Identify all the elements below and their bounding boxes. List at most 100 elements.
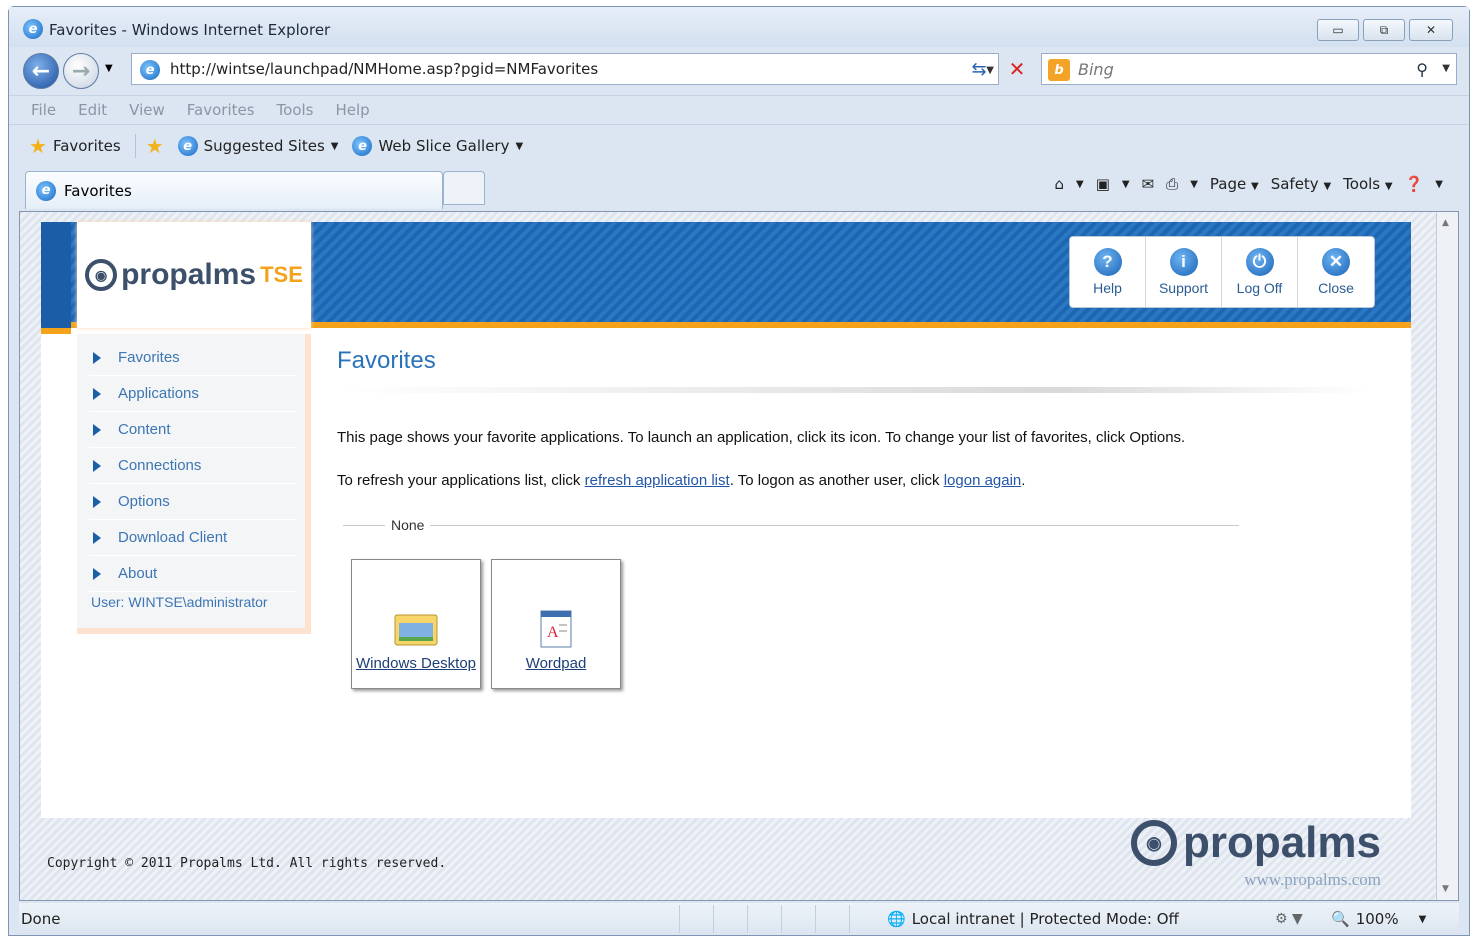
- sidebar-item-connections[interactable]: Connections: [89, 448, 297, 484]
- footer-logo-text: propalms: [1182, 818, 1381, 867]
- close-window-button[interactable]: ✕: [1409, 19, 1453, 41]
- suggested-sites-button[interactable]: e Suggested Sites ▼: [177, 136, 339, 156]
- search-input[interactable]: b Bing ⚲ ▼: [1041, 53, 1457, 85]
- scroll-up-icon[interactable]: ▲: [1442, 218, 1449, 228]
- mail-icon[interactable]: ✉: [1142, 175, 1155, 193]
- ie-logo-icon: e: [23, 19, 43, 39]
- menu-bar: File Edit View Favorites Tools Help: [9, 95, 1469, 125]
- help-dropdown[interactable]: ▼: [1435, 179, 1443, 190]
- wordpad-icon: A: [540, 610, 572, 648]
- refresh-text-mid: . To logon as another user, click: [729, 472, 944, 489]
- sidebar-item-label: Download Client: [118, 529, 228, 546]
- print-dropdown[interactable]: ▼: [1190, 179, 1198, 190]
- status-text: Done: [21, 910, 61, 928]
- vertical-scrollbar[interactable]: ▲ ▼: [1436, 212, 1458, 900]
- home-dropdown[interactable]: ▼: [1076, 179, 1084, 190]
- safety-menu-label: Safety: [1270, 175, 1319, 193]
- menu-file[interactable]: File: [31, 101, 56, 119]
- add-to-favorites-bar-button[interactable]: ★: [146, 134, 164, 158]
- triangle-right-icon: [93, 351, 101, 364]
- footer-logo: ◉ propalms: [1130, 818, 1381, 868]
- page-footer: Copyright © 2011 Propalms Ltd. All right…: [41, 818, 1411, 900]
- tab-row: e Favorites ⌂ ▼ ▣ ▼ ✉ ⎙ ▼ Page ▼ Safety ▼ T…: [9, 167, 1469, 211]
- protected-mode-icon[interactable]: ⚙ ▼: [1275, 911, 1303, 927]
- triangle-right-icon: [93, 567, 101, 580]
- print-icon[interactable]: ⎙: [1166, 175, 1178, 193]
- app-tile-windows-desktop[interactable]: Windows Desktop: [351, 559, 481, 689]
- globe-icon: 🌐: [887, 910, 906, 928]
- home-icon[interactable]: ⌂: [1054, 175, 1064, 193]
- bing-icon: b: [1048, 59, 1070, 81]
- sidebar-item-favorites[interactable]: Favorites: [89, 340, 297, 376]
- search-options-dropdown[interactable]: ▼: [1442, 63, 1450, 74]
- status-cells: [679, 905, 883, 933]
- security-zone-label: Local intranet | Protected Mode: Off: [911, 910, 1179, 928]
- main-content: Favorites This page shows your favorite …: [337, 347, 1387, 689]
- command-bar: ⌂ ▼ ▣ ▼ ✉ ⎙ ▼ Page ▼ Safety ▼ Tools ▼ ❓ ▼: [1054, 175, 1443, 193]
- sidebar-item-download-client[interactable]: Download Client: [89, 520, 297, 556]
- page-menu[interactable]: Page ▼: [1210, 175, 1259, 193]
- app-tile-wordpad[interactable]: A Wordpad: [491, 559, 621, 689]
- triangle-right-icon: [93, 531, 101, 544]
- status-bar: Done 🌐 Local intranet | Protected Mode: …: [19, 903, 1459, 935]
- refresh-application-list-link[interactable]: refresh application list: [585, 472, 730, 489]
- page-menu-label: Page: [1209, 175, 1247, 193]
- minimize-button[interactable]: ▭: [1317, 19, 1359, 41]
- forward-button[interactable]: →: [63, 53, 99, 89]
- launchpad-page: ◉ propalms TSE ? Help i Support ⏻ Log Of…: [41, 222, 1411, 818]
- triangle-right-icon: [93, 459, 101, 472]
- sidebar-item-applications[interactable]: Applications: [89, 376, 297, 412]
- title-rule: [337, 387, 1367, 393]
- sidebar-item-label: Content: [118, 421, 171, 438]
- window-title: Favorites - Windows Internet Explorer: [49, 21, 331, 39]
- refresh-button[interactable]: ⇆: [963, 53, 995, 85]
- new-tab-button[interactable]: [443, 171, 485, 205]
- tools-menu[interactable]: Tools ▼: [1343, 175, 1392, 193]
- support-button[interactable]: i Support: [1146, 237, 1222, 307]
- menu-tools[interactable]: Tools: [277, 101, 314, 119]
- add-favorite-icon: ★: [145, 134, 164, 158]
- support-label: Support: [1158, 280, 1209, 296]
- address-bar[interactable]: e http://wintse/launchpad/NMHome.asp?pgi…: [131, 53, 999, 85]
- scroll-down-icon[interactable]: ▼: [1442, 884, 1449, 894]
- page-title: Favorites: [337, 347, 436, 374]
- help-icon[interactable]: ❓: [1405, 175, 1424, 193]
- svg-text:A: A: [547, 624, 559, 641]
- favorites-button[interactable]: ★ Favorites: [29, 134, 121, 158]
- sidebar-item-label: Connections: [118, 457, 202, 474]
- recent-pages-dropdown[interactable]: ▼: [105, 63, 113, 74]
- triangle-right-icon: [93, 495, 101, 508]
- menu-edit[interactable]: Edit: [78, 101, 107, 119]
- sidebar-item-label: Favorites: [118, 349, 180, 366]
- menu-view[interactable]: View: [129, 101, 165, 119]
- zoom-control[interactable]: 🔍 100% ▼: [1331, 910, 1426, 928]
- search-placeholder: Bing: [1078, 59, 1114, 79]
- chevron-down-icon: ▼: [330, 140, 339, 152]
- close-button[interactable]: ✕ Close: [1298, 237, 1374, 307]
- zoom-dropdown-icon[interactable]: ▼: [1419, 914, 1427, 925]
- back-button[interactable]: ←: [23, 53, 59, 89]
- log-off-label: Log Off: [1236, 280, 1283, 296]
- restore-button[interactable]: ⧉: [1363, 19, 1405, 41]
- triangle-right-icon: [93, 423, 101, 436]
- intro-text: This page shows your favorite applicatio…: [337, 429, 1186, 446]
- log-off-button[interactable]: ⏻ Log Off: [1222, 237, 1298, 307]
- feeds-dropdown[interactable]: ▼: [1122, 179, 1130, 190]
- help-button[interactable]: ? Help: [1070, 237, 1146, 307]
- logon-again-link[interactable]: logon again: [944, 472, 1022, 489]
- security-zone[interactable]: 🌐 Local intranet | Protected Mode: Off: [887, 910, 1179, 928]
- sidebar-item-about[interactable]: About: [89, 556, 297, 592]
- sidebar-item-options[interactable]: Options: [89, 484, 297, 520]
- feeds-icon[interactable]: ▣: [1096, 175, 1110, 193]
- menu-help[interactable]: Help: [336, 101, 370, 119]
- sidebar-item-label: Options: [118, 493, 170, 510]
- menu-favorites[interactable]: Favorites: [187, 101, 255, 119]
- web-slice-gallery-label: Web Slice Gallery: [378, 137, 510, 155]
- sidebar-item-content[interactable]: Content: [89, 412, 297, 448]
- tab-favorites[interactable]: e Favorites: [25, 171, 443, 209]
- stop-button[interactable]: ✕: [1001, 53, 1033, 85]
- web-slice-gallery-button[interactable]: e Web Slice Gallery ▼: [352, 136, 523, 156]
- refresh-text-post: .: [1021, 472, 1026, 489]
- safety-menu[interactable]: Safety ▼: [1271, 175, 1331, 193]
- search-icon[interactable]: ⚲: [1416, 60, 1428, 79]
